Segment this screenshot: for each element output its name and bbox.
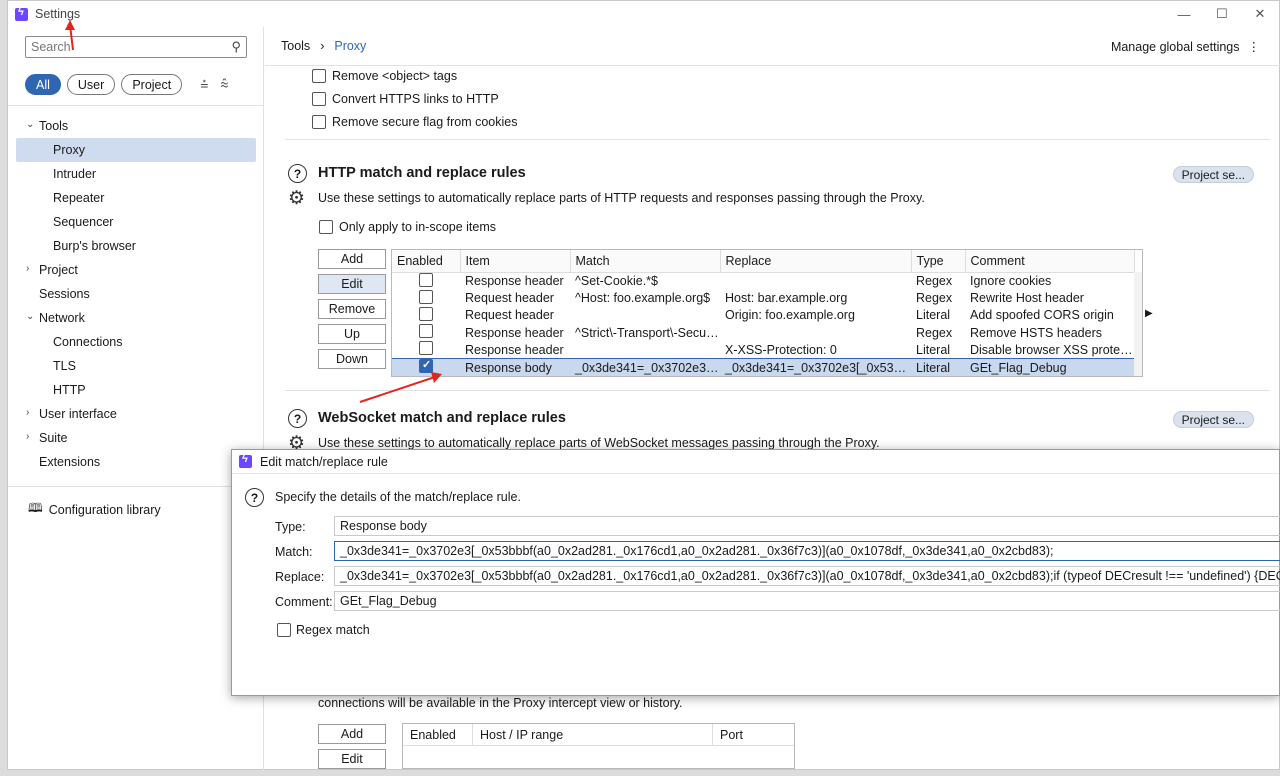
annotation-arrowhead-row — [431, 372, 442, 383]
annotation-arrows — [65, 20, 442, 403]
annotation-arrowhead-title — [65, 20, 75, 30]
annotation-arrow-row — [359, 376, 436, 403]
